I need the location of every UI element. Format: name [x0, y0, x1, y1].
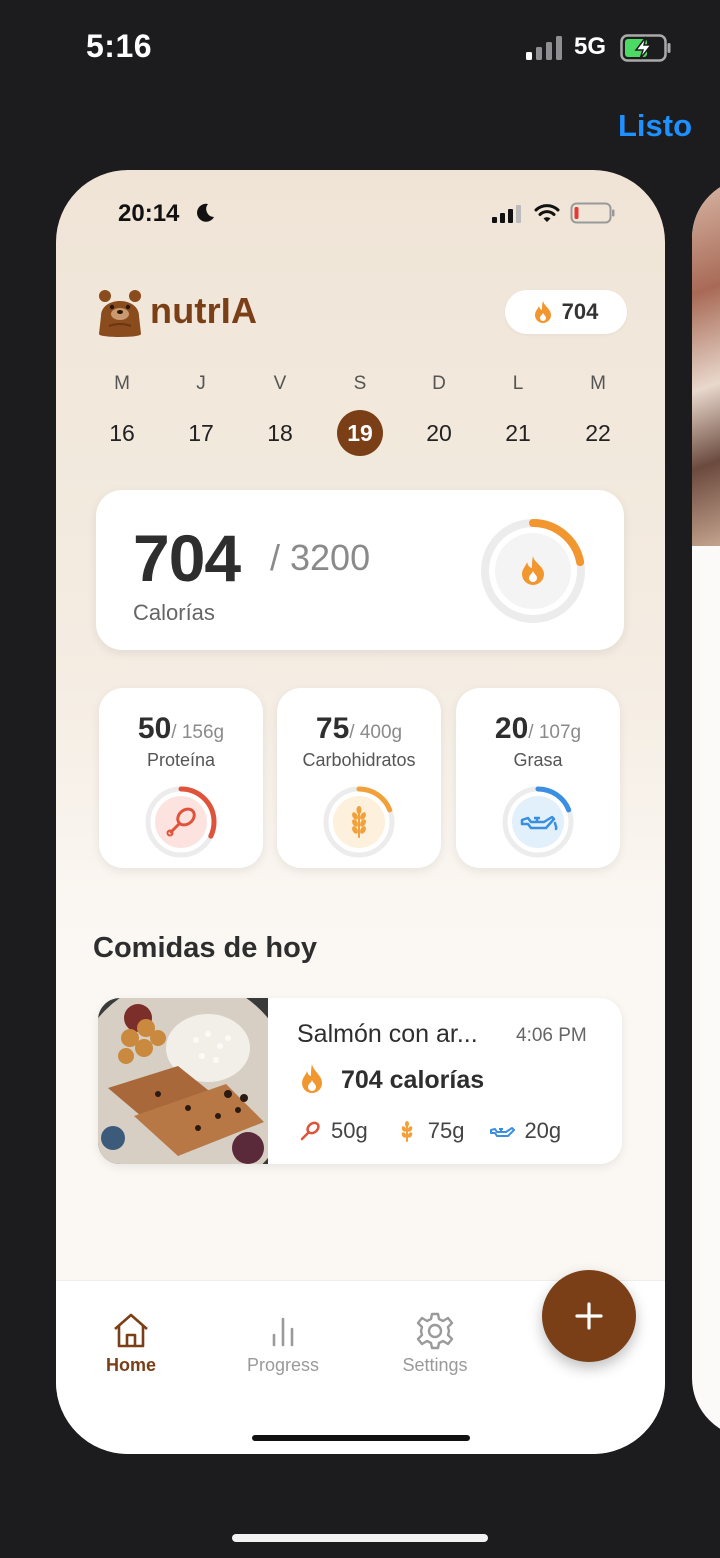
section-title-todays-meals: Comidas de hoy — [93, 932, 317, 964]
meal-macros: 50g 75g 20g — [297, 1116, 587, 1146]
tab-progress[interactable]: Progress — [218, 1311, 348, 1376]
app-screenshot: 20:14 nutrIA 704 M 16 J 17 V 18 S 19 D 2… — [56, 170, 665, 1454]
peek-food-photo — [692, 178, 720, 546]
day-letter: S — [353, 373, 367, 394]
network-type: 5G — [574, 33, 607, 60]
day-sat[interactable]: L 21 — [478, 370, 558, 456]
inner-clock: 20:14 — [118, 200, 180, 227]
macro-label: Carbohidratos — [302, 750, 416, 770]
calories-label: Calorías — [133, 600, 215, 625]
signal-icon — [526, 36, 562, 60]
day-number: 16 — [109, 420, 135, 446]
outer-home-indicator — [232, 1534, 488, 1542]
done-button[interactable]: Listo — [618, 108, 692, 144]
carbs-progress-ring — [323, 786, 395, 858]
flame-icon — [534, 301, 551, 323]
day-fri[interactable]: D 20 — [399, 370, 479, 456]
tab-home[interactable]: Home — [66, 1311, 196, 1376]
app-title: nutrIA — [150, 290, 258, 331]
streak-value: 704 — [561, 299, 599, 324]
wheat-icon — [401, 1121, 413, 1142]
bar-chart-icon — [272, 1317, 294, 1347]
oil-can-icon — [490, 1127, 516, 1137]
macro-value: 75 — [315, 712, 350, 745]
calorie-summary-card[interactable]: 704 / 3200 Calorías — [96, 490, 624, 650]
macro-label: Grasa — [513, 750, 563, 770]
meal-protein-value: 50g — [331, 1118, 368, 1143]
tab-label: Progress — [246, 1355, 320, 1375]
battery-charging-icon — [620, 34, 671, 62]
meal-name: Salmón con ar... — [297, 1020, 478, 1048]
meal-time: 4:06 PM — [516, 1025, 587, 1046]
macro-goal: / 400g — [349, 722, 403, 743]
protein-progress-ring — [145, 786, 217, 858]
day-letter: V — [273, 373, 287, 394]
flame-icon — [302, 1064, 322, 1093]
plus-icon — [575, 1302, 603, 1330]
inner-home-indicator — [252, 1435, 470, 1441]
day-number: 21 — [505, 420, 531, 446]
outer-clock: 5:16 — [86, 28, 153, 64]
day-number: 18 — [267, 420, 293, 446]
tab-label: Home — [105, 1355, 156, 1375]
home-icon — [114, 1313, 148, 1348]
day-selected[interactable]: S 19 — [320, 370, 400, 456]
day-number: 20 — [426, 420, 452, 446]
day-letter: M — [114, 373, 130, 394]
meal-fat-value: 20g — [524, 1118, 562, 1143]
calorie-streak-badge[interactable]: 704 — [505, 290, 627, 334]
macro-value: 20 — [494, 712, 529, 745]
meal-photo — [98, 998, 268, 1164]
next-screenshot-peek[interactable] — [692, 178, 720, 1438]
day-wed[interactable]: V 18 — [240, 370, 320, 456]
drumstick-icon — [300, 1121, 320, 1141]
calories-goal: / 3200 — [270, 537, 371, 578]
week-day-selector: M 16 J 17 V 18 S 19 D 20 L 21 M 22 — [82, 370, 638, 470]
calories-consumed: 704 — [133, 521, 241, 595]
wifi-icon — [534, 204, 560, 222]
day-letter: L — [512, 373, 524, 394]
battery-icon — [570, 202, 615, 224]
meal-card[interactable]: Salmón con ar... 4:06 PM 704 calorías 50… — [98, 998, 622, 1164]
day-tue[interactable]: J 17 — [161, 370, 241, 456]
meal-calories: 704 calorías — [341, 1066, 485, 1094]
meal-carbs: 75g — [394, 1118, 465, 1144]
signal-icon — [492, 205, 521, 223]
meal-carbs-value: 75g — [427, 1118, 465, 1143]
calorie-progress-ring — [481, 519, 585, 623]
add-meal-button[interactable] — [542, 1270, 636, 1362]
day-number: 22 — [585, 420, 611, 446]
day-letter: M — [590, 373, 606, 394]
macro-value: 50 — [137, 712, 172, 745]
gear-icon — [416, 1312, 454, 1350]
macro-card-protein[interactable]: 50/ 156g Proteína — [99, 688, 263, 868]
macro-card-fat[interactable]: 20/ 107g Grasa — [456, 688, 620, 868]
meal-fat: 20g — [490, 1118, 561, 1144]
tab-settings[interactable]: Settings — [370, 1311, 500, 1376]
meal-protein: 50g — [297, 1118, 368, 1144]
day-sun[interactable]: M 22 — [558, 370, 638, 456]
macro-card-carbs[interactable]: 75/ 400g Carbohidratos — [277, 688, 441, 868]
day-number: 17 — [188, 420, 214, 446]
day-mon[interactable]: M 16 — [82, 370, 162, 456]
macro-label: Proteína — [146, 750, 216, 770]
fat-progress-ring — [502, 786, 574, 858]
macro-goal: / 156g — [171, 722, 225, 743]
day-number: 19 — [337, 410, 383, 456]
tab-label: Settings — [402, 1355, 468, 1375]
otter-logo-icon — [99, 290, 141, 337]
macro-goal: / 107g — [528, 722, 582, 743]
day-letter: D — [432, 373, 446, 394]
outer-status-bar: 5:16 5G — [0, 0, 720, 100]
moon-icon — [197, 203, 214, 222]
day-letter: J — [196, 373, 206, 394]
